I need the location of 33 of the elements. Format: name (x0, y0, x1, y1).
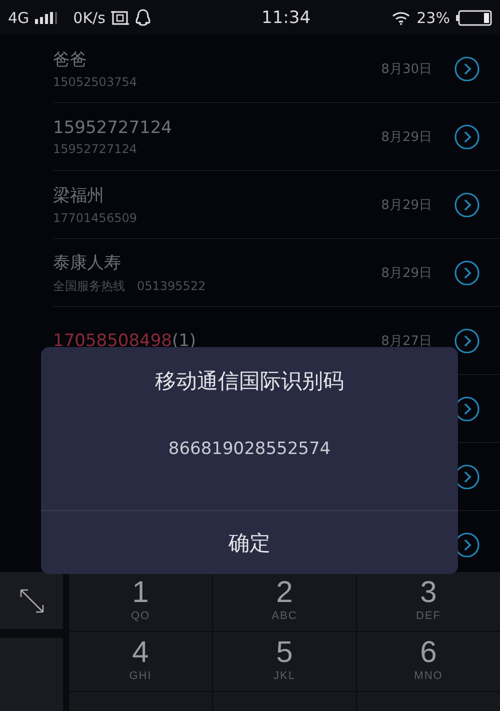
dial-key[interactable]: 5 JKL (213, 632, 356, 691)
dial-key[interactable]: 1 QO (69, 572, 212, 631)
contact-name: 梁福州 (53, 185, 105, 207)
call-date: 8月29日 (381, 128, 432, 146)
contact-name: 爸爸 (53, 49, 88, 71)
call-date: 8月29日 (381, 196, 432, 214)
call-date: 8月30日 (381, 60, 432, 78)
dial-key[interactable]: 4 GHI (69, 632, 212, 691)
battery-icon (456, 10, 492, 26)
dialog-title: 移动通信国际识别码 (155, 368, 344, 395)
battery-percent: 23% (416, 8, 450, 26)
clock-time: 11:34 (260, 8, 311, 28)
network-type: 4G (8, 8, 30, 26)
expand-icon (18, 588, 44, 614)
penguin-icon (135, 8, 152, 26)
contact-name: 15952727124 (53, 118, 173, 138)
contact-name: 泰康人寿 (53, 252, 122, 274)
signal-icon (35, 12, 60, 24)
phone-number: 15952727124 (53, 142, 138, 156)
call-date: 8月27日 (381, 332, 432, 350)
phone-number: 全国服务热线 051395522 (53, 278, 207, 294)
phone-number: 15052503754 (53, 75, 138, 89)
dial-key[interactable]: 3 DEF (357, 572, 500, 631)
screenshot-icon (111, 10, 130, 26)
dial-key[interactable]: 6 MNO (357, 632, 500, 691)
call-date: 8月29日 (381, 264, 432, 282)
wifi-icon (390, 10, 411, 24)
contact-name: 17058508498(1) (53, 330, 198, 350)
phone-number: 17701456509 (53, 211, 138, 225)
data-speed: 0K/s (73, 8, 106, 26)
dial-key[interactable]: 2 ABC (213, 572, 356, 631)
dialog-message: 866819028552574 (168, 439, 331, 459)
confirm-button[interactable]: 确定 (41, 510, 458, 574)
